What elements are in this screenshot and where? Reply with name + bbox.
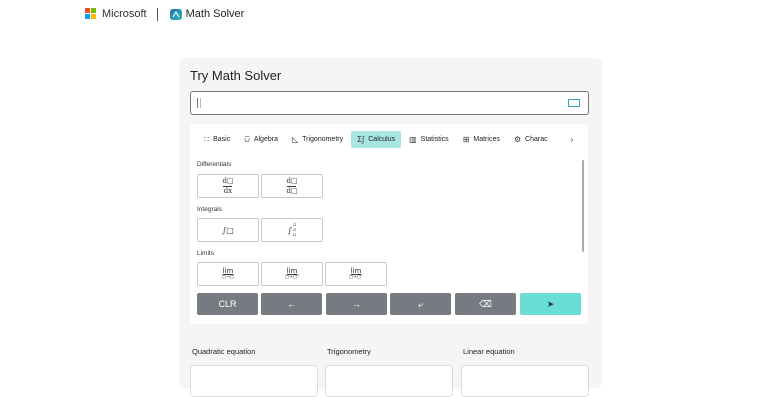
input-caret-shadow [200, 98, 201, 108]
tab-statistics[interactable]: ▥ Statistics [403, 131, 455, 148]
example-trigonometry-label: Trigonometry [327, 347, 371, 356]
basic-icon: ∷ [204, 135, 210, 144]
key-lim-sub: □→□ [221, 274, 235, 280]
key-lim: lim [286, 266, 298, 275]
input-caret [197, 98, 198, 108]
math-keypad: ∷ Basic ⩂ Algebra ◺ Trigonometry Σ∫ Calculus… [190, 124, 588, 324]
microsoft-logo-icon[interactable] [85, 8, 97, 20]
arrow-left-button[interactable]: ← [261, 293, 322, 315]
section-integrals: Integrals [197, 206, 222, 213]
key-lim-sub: □→□⁺ [284, 274, 300, 280]
example-linear-label: Linear equation [463, 347, 515, 356]
key-derivative-dx[interactable]: d□ dx [197, 174, 259, 198]
key-lim: lim [222, 266, 234, 275]
math-solver-logo-icon [169, 8, 182, 20]
section-limits: Limits [197, 250, 214, 257]
algebra-icon: ⩂ [244, 134, 250, 144]
tab-calculus[interactable]: Σ∫ Calculus [351, 131, 402, 148]
example-quadratic-card[interactable] [190, 365, 318, 397]
statistics-icon: ▥ [409, 135, 417, 144]
tab-matrices[interactable]: ⊞ Matrices [457, 131, 506, 148]
header-divider [156, 7, 158, 21]
key-text: ∫□ [222, 225, 234, 235]
example-linear-card[interactable] [461, 365, 589, 397]
key-text: ∫ [287, 225, 292, 235]
key-den: d□ [286, 186, 298, 195]
tab-label: Statistics [420, 136, 449, 143]
math-solver-card: Try Math Solver ∷ Basic ⩂ Algebra ◺ Trigono… [179, 58, 602, 397]
example-quadratic-label: Quadratic equation [192, 347, 256, 356]
key-limit-right[interactable]: lim □→□⁺ [261, 262, 323, 286]
key-limit[interactable]: lim □→□ [197, 262, 259, 286]
math-input-field[interactable] [190, 91, 589, 115]
backspace-button[interactable]: ⌫ [455, 293, 516, 315]
key-limit-left[interactable]: lim □→□⁻ [325, 262, 387, 286]
key-lim: lim [350, 266, 362, 275]
matrices-icon: ⊞ [462, 135, 470, 144]
new-line-button[interactable]: ⤶ [390, 293, 451, 315]
brand-name[interactable]: Microsoft [102, 8, 147, 20]
site-header: Microsoft Math Solver [85, 6, 244, 22]
tab-basic[interactable]: ∷ Basic [198, 131, 236, 148]
example-trigonometry-card[interactable] [325, 365, 453, 397]
key-num: d□ [286, 176, 298, 185]
clear-button[interactable]: CLR [197, 293, 258, 315]
trigonometry-icon: ◺ [291, 135, 299, 144]
tab-label: Matrices [473, 136, 500, 143]
arrow-right-button[interactable]: → [326, 293, 387, 315]
calculus-icon: Σ∫ [357, 135, 365, 144]
key-lim-sub: □→□⁻ [348, 274, 364, 280]
solve-button[interactable]: ➤ [520, 293, 581, 315]
tab-characters[interactable]: ⚙ Charac [508, 131, 554, 148]
section-differentials: Differentials [197, 161, 232, 168]
key-num: d□ [222, 176, 234, 185]
key-indefinite-integral[interactable]: ∫□ [197, 218, 259, 242]
key-derivative-general[interactable]: d□ d□ [261, 174, 323, 198]
tab-label: Calculus [368, 136, 396, 143]
chevron-right-icon[interactable]: › [564, 131, 580, 148]
characters-icon: ⚙ [513, 135, 522, 144]
app-name[interactable]: Math Solver [186, 8, 245, 20]
card-title: Try Math Solver [190, 68, 282, 83]
tab-label: Charac [525, 136, 548, 143]
tab-label: Trigonometry [302, 136, 344, 143]
keyboard-icon[interactable] [568, 99, 580, 107]
tab-label: Basic [213, 136, 231, 143]
key-den: dx [223, 186, 233, 195]
key-definite-integral[interactable]: ∫ ▫ ▫ ▫ [261, 218, 323, 242]
tab-trigonometry[interactable]: ◺ Trigonometry [286, 131, 349, 148]
tab-algebra[interactable]: ⩂ Algebra [238, 131, 284, 148]
keypad-tabs: ∷ Basic ⩂ Algebra ◺ Trigonometry Σ∫ Calculus… [198, 131, 580, 148]
tab-label: Algebra [253, 136, 278, 143]
keypad-scrollbar[interactable] [582, 160, 584, 252]
